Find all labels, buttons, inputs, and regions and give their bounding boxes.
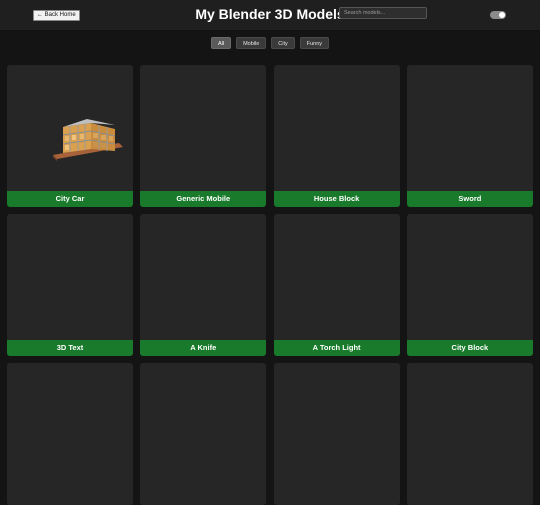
- model-card[interactable]: [7, 363, 133, 505]
- page-title: My Blender 3D Models: [195, 6, 345, 22]
- theme-toggle[interactable]: [490, 11, 506, 19]
- model-card[interactable]: [273, 363, 400, 505]
- filter-all-button[interactable]: All: [210, 37, 232, 49]
- model-card[interactable]: [406, 363, 533, 505]
- model-card-city-block[interactable]: City Block: [406, 214, 533, 356]
- model-card[interactable]: [140, 363, 267, 505]
- model-card-house-block[interactable]: House Block: [273, 65, 400, 207]
- toggle-knob-icon: [499, 12, 505, 18]
- model-card-generic-mobile[interactable]: Generic Mobile: [140, 65, 267, 207]
- filter-bar: All Mobile City Funny: [0, 37, 540, 49]
- model-label: A Torch Light: [273, 340, 400, 356]
- filter-city-button[interactable]: City: [271, 37, 295, 49]
- model-card-a-torch-light[interactable]: A Torch Light: [273, 214, 400, 356]
- model-label: House Block: [273, 191, 400, 207]
- model-card-city-car[interactable]: City Car: [7, 65, 133, 207]
- model-label: Sword: [406, 191, 533, 207]
- model-card-sword[interactable]: Sword: [406, 65, 533, 207]
- model-card-a-knife[interactable]: A Knife: [140, 214, 267, 356]
- filter-funny-button[interactable]: Funny: [299, 37, 330, 49]
- top-bar: ← Back Home My Blender 3D Models: [0, 0, 540, 31]
- model-card-3d-text[interactable]: 3D Text: [7, 214, 133, 356]
- filter-mobile-button[interactable]: Mobile: [236, 37, 267, 49]
- model-label: A Knife: [140, 340, 267, 356]
- model-label: City Car: [7, 191, 133, 207]
- search-input[interactable]: [339, 7, 427, 19]
- city-car-preview-image: [53, 119, 123, 161]
- model-grid: City Car Generic Mobile House Block Swor…: [7, 65, 533, 505]
- model-label: Generic Mobile: [140, 191, 267, 207]
- model-label: City Block: [406, 340, 533, 356]
- model-label: 3D Text: [7, 340, 133, 356]
